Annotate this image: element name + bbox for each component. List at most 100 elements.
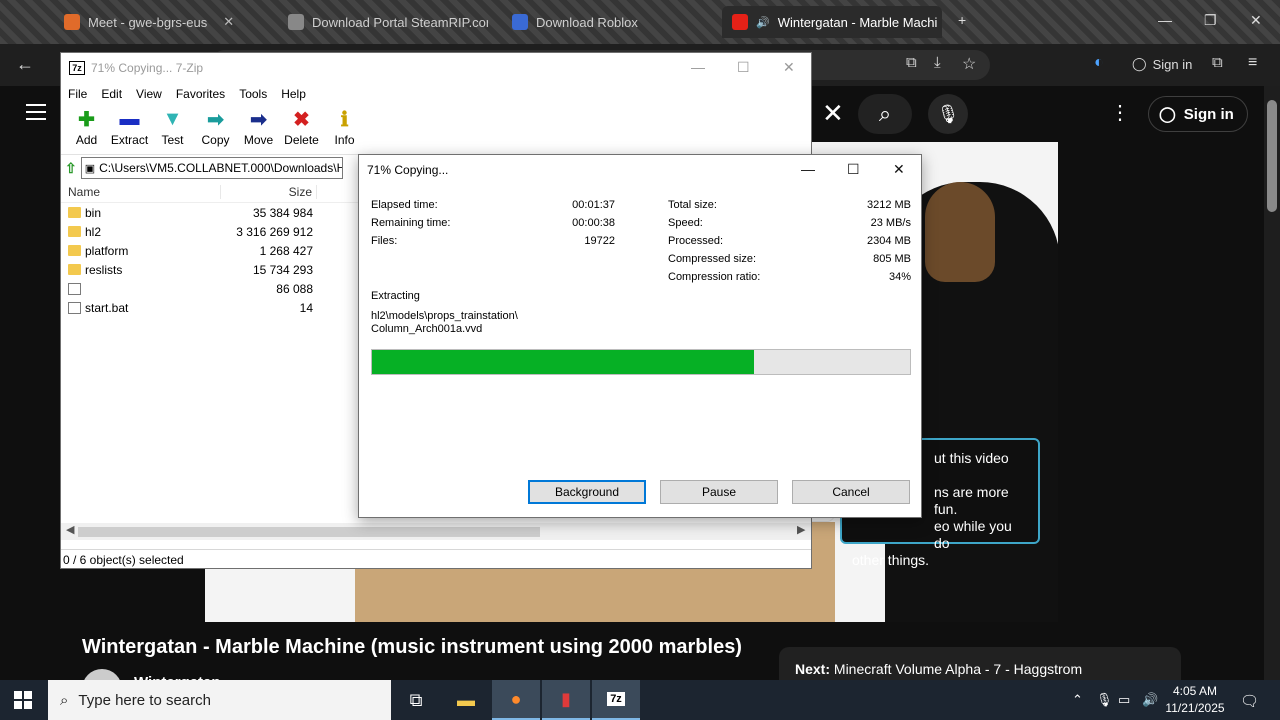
7zip-taskbar-logo: 7z bbox=[607, 692, 625, 706]
delete-icon: ✖ bbox=[293, 108, 310, 131]
horizontal-scrollbar[interactable]: ◀ ▶ bbox=[61, 523, 811, 540]
menu-tools[interactable]: Tools bbox=[239, 87, 267, 101]
minimize-icon[interactable]: — bbox=[1158, 12, 1172, 28]
toolbar-label: Copy bbox=[201, 133, 230, 147]
firefox-icon[interactable]: ● bbox=[492, 680, 540, 720]
toolbar-label: Extract bbox=[110, 133, 149, 147]
new-tab-icon[interactable]: + bbox=[958, 12, 966, 28]
remaining-value: 00:00:38 bbox=[572, 217, 615, 229]
pause-button[interactable]: Pause bbox=[660, 480, 778, 504]
toolbar-copy-button[interactable]: ➡ Copy bbox=[194, 105, 237, 154]
search-icon[interactable]: ⌕ bbox=[858, 94, 912, 134]
move-icon: ➡ bbox=[250, 108, 267, 131]
scrollbar-thumb[interactable] bbox=[1267, 100, 1277, 212]
file-icon bbox=[68, 282, 81, 295]
show-hidden-icons[interactable]: ⌃ bbox=[1072, 692, 1083, 708]
7zip-menubar: File Edit View Favorites Tools Help bbox=[61, 83, 811, 105]
toolbar-info-button[interactable]: ℹ Info bbox=[323, 105, 366, 154]
youtube-signin-label: Sign in bbox=[1183, 105, 1234, 123]
up-folder-icon[interactable]: ⇧ bbox=[65, 160, 77, 177]
bookmark-star-icon[interactable]: ☆ bbox=[962, 54, 976, 74]
file-explorer-icon[interactable]: ▬ bbox=[442, 680, 490, 720]
scroll-left-icon[interactable]: ◀ bbox=[66, 523, 74, 536]
notification-icon[interactable]: 🗨 bbox=[1240, 692, 1259, 710]
hamburger-menu-icon[interactable] bbox=[26, 104, 46, 120]
toolbar-label: Test bbox=[161, 133, 184, 147]
tab-steamrip[interactable]: Download Portal SteamRIP.com bbox=[278, 6, 488, 38]
restore-icon[interactable]: ❐ bbox=[1204, 12, 1217, 29]
copy-progress-dialog: 71% Copying... — ☐ ✕ Elapsed time: 00:01… bbox=[358, 154, 922, 518]
network-icon[interactable]: ▭ bbox=[1118, 692, 1130, 708]
task-view-icon[interactable]: ⧉ bbox=[392, 680, 440, 720]
file-name: bin bbox=[85, 205, 102, 220]
speaker-icon[interactable]: 🔊 bbox=[756, 16, 770, 29]
compression-ratio-value: 34% bbox=[888, 271, 911, 283]
tab-roblox[interactable]: Download Roblox bbox=[502, 6, 712, 38]
file-name-cell: start.bat bbox=[61, 301, 221, 315]
windows-taskbar: ⌕ Type here to search ⧉ ▬ ● ▮ 7z ⌃ 🎙 ▭ 🔊… bbox=[0, 680, 1280, 720]
menu-favorites[interactable]: Favorites bbox=[176, 87, 225, 101]
toolbar-label: Delete bbox=[284, 133, 319, 147]
taskbar-clock[interactable]: 4:05 AM 11/21/2025 bbox=[1160, 683, 1230, 717]
install-app-icon[interactable]: ⧉ bbox=[906, 54, 917, 71]
toolbar-extract-button[interactable]: ▬ Extract bbox=[108, 105, 151, 154]
cancel-button[interactable]: Cancel bbox=[792, 480, 910, 504]
column-size[interactable]: Size bbox=[221, 184, 317, 199]
microphone-icon[interactable]: 🎙 bbox=[928, 94, 968, 134]
progress-fill bbox=[372, 350, 754, 374]
close-tab-icon[interactable]: ✕ bbox=[223, 14, 234, 30]
folder-icon bbox=[68, 226, 81, 237]
background-button[interactable]: Background bbox=[528, 480, 646, 504]
toolbar-label: Move bbox=[243, 133, 274, 147]
menu-file[interactable]: File bbox=[68, 87, 87, 101]
scroll-right-icon[interactable]: ▶ bbox=[797, 523, 805, 536]
toolbar-test-button[interactable]: ▼ Test bbox=[151, 105, 194, 154]
volume-icon[interactable]: 🔊 bbox=[1142, 692, 1158, 708]
toolbar-add-button[interactable]: ✚ Add bbox=[65, 105, 108, 154]
tab-meet[interactable]: Meet - gwe-bgrs-eus ✕ bbox=[54, 6, 264, 38]
maximize-icon[interactable]: ☐ bbox=[847, 161, 860, 178]
7zip-taskbar-icon[interactable]: 7z bbox=[592, 680, 640, 720]
tab-youtube[interactable]: 🔊 Wintergatan - Marble Machi ✕ bbox=[722, 6, 942, 38]
folder-icon bbox=[68, 264, 81, 275]
file-name: hl2 bbox=[85, 224, 102, 239]
windows-start-icon[interactable] bbox=[14, 691, 32, 709]
close-icon[interactable]: ✕ bbox=[893, 161, 905, 178]
minimize-icon[interactable]: — bbox=[691, 59, 705, 75]
path-text: C:\Users\VM5.COLLABNET.000\Downloads\H bbox=[99, 161, 343, 175]
toolbar-delete-button[interactable]: ✖ Delete bbox=[280, 105, 323, 154]
info-icon: ℹ bbox=[340, 108, 349, 131]
copilot-icon[interactable]: ◐ bbox=[1094, 54, 1104, 72]
taskbar-search-box[interactable]: ⌕ Type here to search bbox=[48, 680, 391, 720]
menu-edit[interactable]: Edit bbox=[101, 87, 122, 101]
clock-date: 11/21/2025 bbox=[1165, 701, 1225, 715]
microphone-tray-icon[interactable]: 🎙 bbox=[1096, 692, 1113, 708]
minimize-icon[interactable]: — bbox=[801, 161, 815, 177]
maximize-icon[interactable]: ☐ bbox=[737, 59, 750, 76]
clear-search-icon[interactable]: ✕ bbox=[822, 98, 844, 128]
menu-help[interactable]: Help bbox=[281, 87, 306, 101]
youtube-signin-button[interactable]: ◯ Sign in bbox=[1148, 96, 1248, 132]
file-size: 35 384 984 bbox=[252, 205, 313, 220]
extensions-icon[interactable]: ⧉ bbox=[1212, 54, 1223, 71]
browser-profile-button[interactable]: ◯ Sign in bbox=[1132, 56, 1192, 72]
page-scrollbar[interactable] bbox=[1264, 86, 1280, 680]
scrollbar-thumb[interactable] bbox=[78, 527, 540, 537]
more-options-icon[interactable]: ⋮ bbox=[1110, 100, 1130, 125]
menu-view[interactable]: View bbox=[136, 87, 162, 101]
path-field[interactable]: ▣ C:\Users\VM5.COLLABNET.000\Downloads\H bbox=[80, 157, 343, 179]
tab-title: Download Portal SteamRIP.com bbox=[312, 14, 488, 30]
tab-title: Download Roblox bbox=[536, 14, 638, 30]
back-arrow-icon[interactable]: ← bbox=[16, 54, 34, 75]
current-file-name: Column_Arch001a.vvd bbox=[371, 323, 483, 335]
game-launcher-icon[interactable]: ▮ bbox=[542, 680, 590, 720]
close-window-icon[interactable]: ✕ bbox=[1250, 12, 1262, 29]
column-name[interactable]: Name bbox=[61, 184, 221, 199]
close-icon[interactable]: ✕ bbox=[783, 59, 795, 76]
next-video-title: Minecraft Volume Alpha - 7 - Haggstrom bbox=[833, 661, 1083, 677]
file-size: 3 316 269 912 bbox=[236, 224, 313, 239]
toolbar-move-button[interactable]: ➡ Move bbox=[237, 105, 280, 154]
compression-ratio-label: Compression ratio: bbox=[668, 271, 761, 283]
download-icon[interactable]: ⤓ bbox=[934, 54, 941, 71]
browser-menu-icon[interactable]: ≡ bbox=[1248, 54, 1257, 72]
